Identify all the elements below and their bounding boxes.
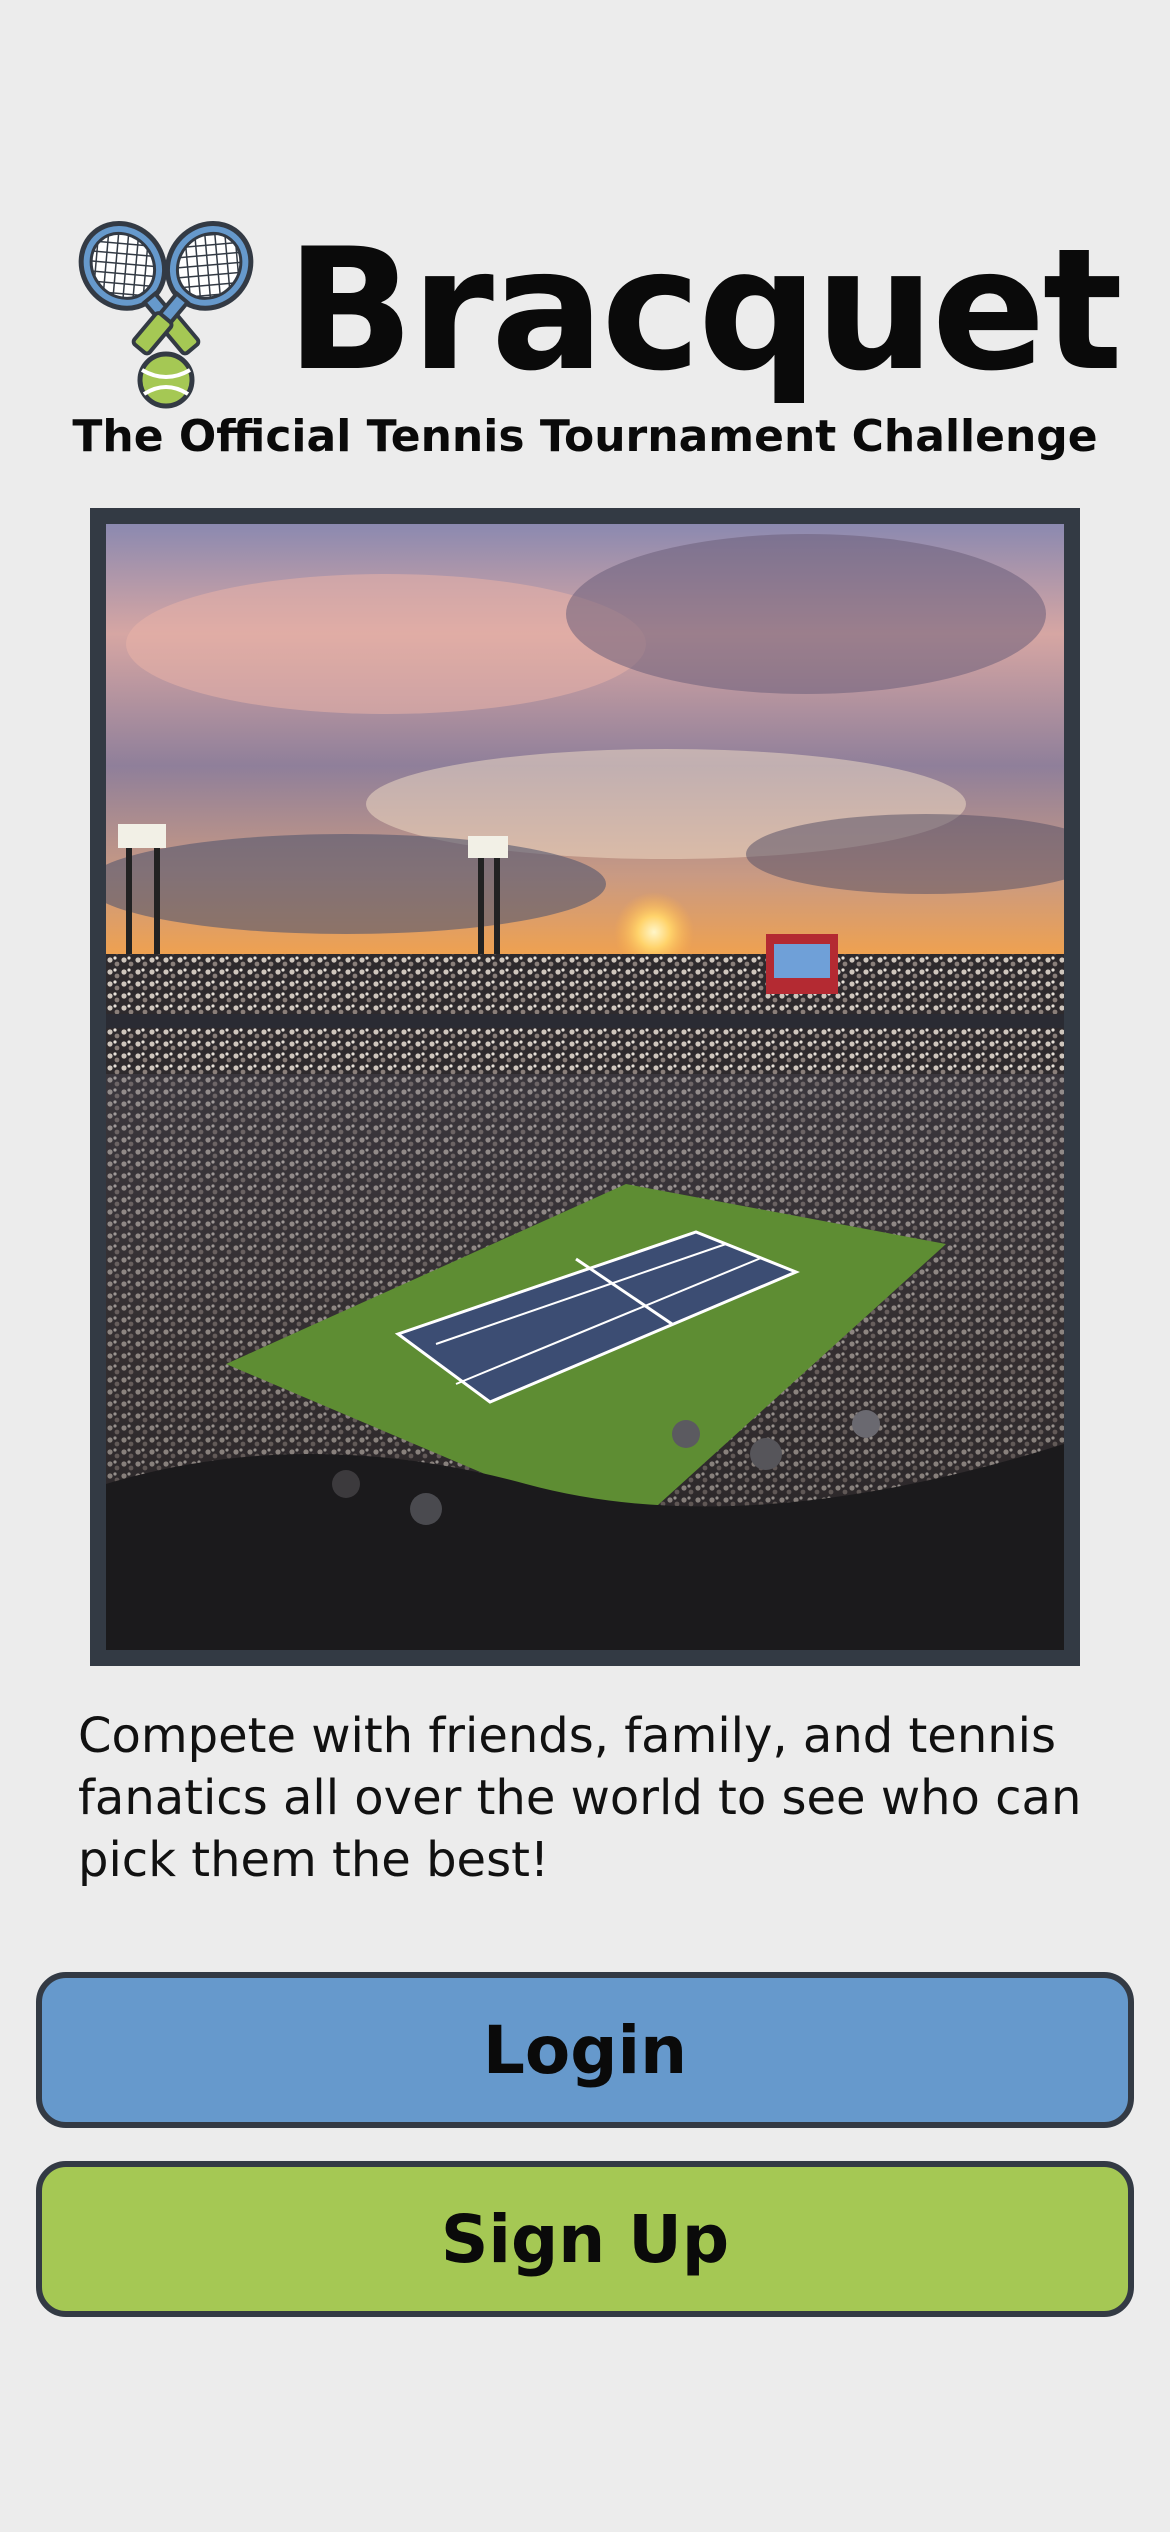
login-button[interactable]: Login	[36, 1972, 1134, 2128]
app-header: Bracquet	[64, 210, 1123, 410]
intro-description: Compete with friends, family, and tennis…	[78, 1708, 1082, 1888]
tennis-stadium-image	[106, 524, 1064, 1650]
app-title: Bracquet	[286, 212, 1123, 408]
app-tagline: The Official Tennis Tournament Challenge	[72, 411, 1098, 462]
hero-image-frame	[90, 508, 1080, 1666]
sign-up-button[interactable]: Sign Up	[36, 2161, 1134, 2317]
crossed-rackets-icon	[68, 214, 264, 410]
